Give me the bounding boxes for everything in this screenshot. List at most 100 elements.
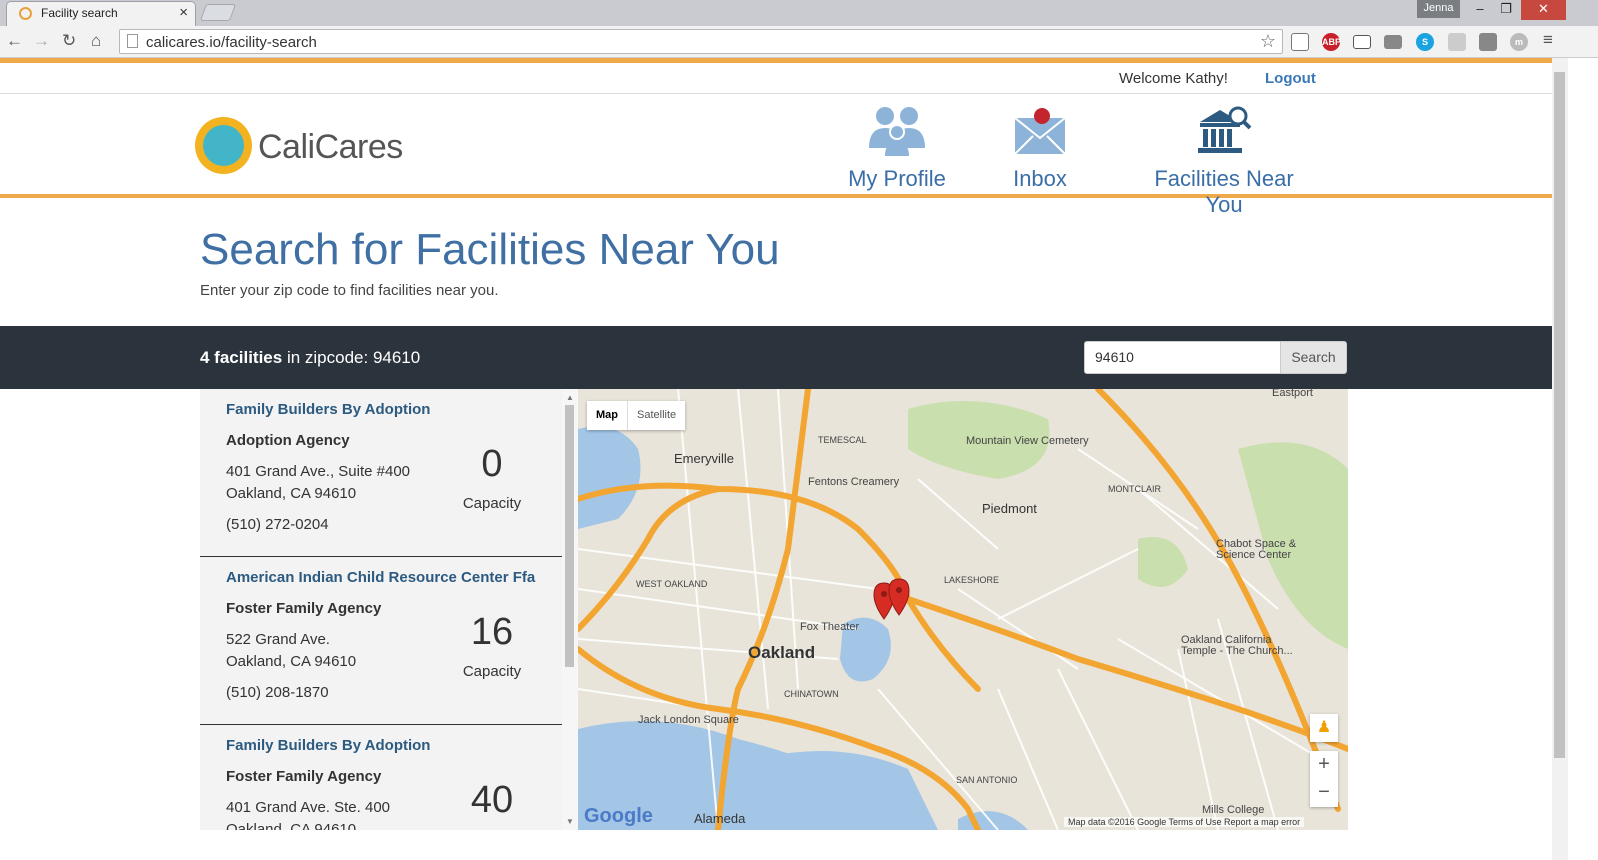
search-button[interactable]: Search (1280, 341, 1347, 374)
nav-inbox[interactable]: Inbox (1012, 104, 1068, 192)
map-label: LAKESHORE (944, 575, 1000, 585)
scroll-down-icon[interactable]: ▼ (566, 817, 574, 826)
result-count: 4 facilities in zipcode: 94610 (200, 348, 420, 368)
user-bar: Welcome Kathy! Logout (0, 63, 1552, 94)
facility-card[interactable]: American Indian Child Resource Center Ff… (200, 557, 562, 725)
zoom-out-button[interactable]: − (1310, 779, 1338, 807)
page-scrollbar-thumb[interactable] (1554, 72, 1565, 758)
map-type-satellite-button[interactable]: Satellite (627, 401, 685, 430)
nav-facilities-label: Facilities Near You (1154, 166, 1294, 217)
map-label: CHINATOWN (784, 689, 839, 699)
page-title: Search for Facilities Near You (200, 225, 780, 274)
page-subtitle: Enter your zip code to find facilities n… (200, 282, 499, 299)
facility-list[interactable]: Family Builders By Adoption Adoption Age… (200, 389, 562, 830)
map-type-map-button[interactable]: Map (587, 401, 627, 430)
tab-title: Facility search (41, 6, 118, 20)
site-header: CaliCares My Profile Inbox Facilities Ne… (0, 94, 1552, 217)
adblock-icon[interactable]: ABP (1322, 33, 1341, 51)
result-zip-text: in zipcode: 94610 (282, 348, 421, 367)
map-label: Emeryville (674, 451, 734, 466)
profile-icon (869, 107, 925, 156)
map-label: Piedmont (982, 501, 1037, 516)
facility-address-line1: 401 Grand Ave., Suite #400 (226, 463, 411, 480)
url-text[interactable]: calicares.io/facility-search (146, 34, 317, 51)
camera-icon[interactable] (1384, 35, 1402, 49)
extension-doc-icon[interactable] (1291, 33, 1309, 51)
favicon-icon (19, 7, 32, 20)
facility-capacity-label: Capacity (462, 663, 522, 680)
facility-type: Foster Family Agency (226, 600, 382, 617)
facility-phone: (510) 272-0204 (226, 516, 329, 533)
map-label: Mills College (1202, 804, 1265, 816)
logout-link[interactable]: Logout (1265, 70, 1316, 87)
facility-phone: (510) 208-1870 (226, 684, 329, 701)
facility-address-line2: Oakland, CA 94610 (226, 653, 357, 670)
zoom-control: + − (1310, 751, 1338, 807)
facility-address-line1: 522 Grand Ave. (226, 631, 330, 648)
nav-inbox-label: Inbox (1013, 166, 1067, 191)
facility-name[interactable]: Family Builders By Adoption (226, 401, 430, 418)
bookmark-star-icon[interactable]: ☆ (1260, 31, 1276, 52)
calicares-logo-icon[interactable] (195, 117, 252, 174)
page-icon (127, 34, 138, 48)
zipcode-input[interactable]: 94610 (1084, 341, 1281, 374)
cast-icon[interactable] (1353, 35, 1371, 49)
map-type-control: Map Satellite (587, 401, 686, 430)
skype-icon[interactable]: S (1416, 33, 1434, 51)
forward-icon[interactable]: → (33, 31, 50, 51)
new-tab-button[interactable] (199, 4, 237, 21)
home-icon[interactable]: ⌂ (91, 31, 101, 51)
close-window-icon[interactable]: ✕ (1521, 0, 1566, 20)
inbox-envelope-icon (1014, 108, 1066, 155)
map-label: Alameda (694, 811, 746, 826)
facility-address-line2: Oakland, CA 94610 (226, 485, 357, 502)
extension-m-icon[interactable]: m (1510, 33, 1528, 51)
nav-facilities-near-you[interactable]: Facilities Near You (1134, 104, 1314, 218)
reload-icon[interactable]: ↻ (62, 31, 76, 51)
facility-card[interactable]: Family Builders By Adoption Adoption Age… (200, 389, 562, 557)
facility-address-line1: 401 Grand Ave. Ste. 400 (226, 799, 391, 816)
map-label: TEMESCAL (818, 435, 867, 445)
nav-my-profile[interactable]: My Profile (848, 104, 946, 192)
zoom-in-button[interactable]: + (1310, 751, 1338, 779)
chrome-menu-icon[interactable]: ≡ (1543, 30, 1553, 50)
scroll-up-icon[interactable]: ▲ (566, 393, 574, 402)
google-logo: Google (584, 805, 653, 827)
map-label: Jack London Square (638, 714, 739, 726)
map-label: WEST OAKLAND (636, 579, 708, 589)
scrollbar-thumb[interactable] (565, 405, 574, 667)
extension-dark-icon[interactable] (1479, 33, 1497, 51)
minimize-icon[interactable]: – (1466, 0, 1494, 20)
facility-list-scrollbar[interactable]: ▲ ▼ (562, 389, 578, 830)
facility-map[interactable]: Map Satellite Emeryville Oakland Piedmon… (578, 389, 1348, 830)
facility-type: Adoption Agency (226, 432, 350, 449)
search-result-bar: 4 facilities in zipcode: 94610 94610 Sea… (0, 326, 1552, 389)
map-attribution[interactable]: Map data ©2016 Google Terms of Use Repor… (1064, 817, 1305, 827)
facility-type: Foster Family Agency (226, 768, 382, 785)
map-label: Eastport (1272, 389, 1313, 399)
map-label: Oakland (748, 643, 816, 662)
facility-address-line2: Oakland, CA 94610 (226, 821, 357, 830)
map-label: MONTCLAIR (1108, 484, 1162, 494)
facility-search-icon (1198, 106, 1252, 153)
facility-capacity-label: Capacity (462, 495, 522, 512)
logo-text[interactable]: CaliCares (258, 128, 403, 167)
map-label: Fentons Creamery (808, 476, 900, 488)
extension-gray-icon[interactable] (1448, 33, 1466, 51)
facility-card[interactable]: Family Builders By Adoption Foster Famil… (200, 725, 562, 830)
map-label: Mountain View Cemetery (966, 435, 1089, 447)
back-icon[interactable]: ← (6, 31, 23, 51)
restore-icon[interactable]: ❐ (1492, 0, 1520, 20)
browser-tab[interactable]: Facility search × (6, 1, 196, 26)
close-tab-icon[interactable]: × (179, 4, 188, 21)
address-bar[interactable]: calicares.io/facility-search ☆ (119, 29, 1283, 54)
facility-name[interactable]: Family Builders By Adoption (226, 737, 430, 754)
nav-my-profile-label: My Profile (848, 166, 946, 191)
welcome-text: Welcome Kathy! (1119, 70, 1228, 87)
street-view-pegman-icon[interactable]: ♟ (1310, 714, 1338, 742)
browser-toolbar: ← → ↻ ⌂ calicares.io/facility-search ☆ A… (0, 26, 1598, 58)
map-label: Chabot Space & Science Center (1216, 538, 1297, 561)
page-scrollbar[interactable] (1552, 58, 1568, 860)
user-profile-badge[interactable]: Jenna (1417, 0, 1460, 18)
facility-name[interactable]: American Indian Child Resource Center Ff… (226, 569, 535, 586)
